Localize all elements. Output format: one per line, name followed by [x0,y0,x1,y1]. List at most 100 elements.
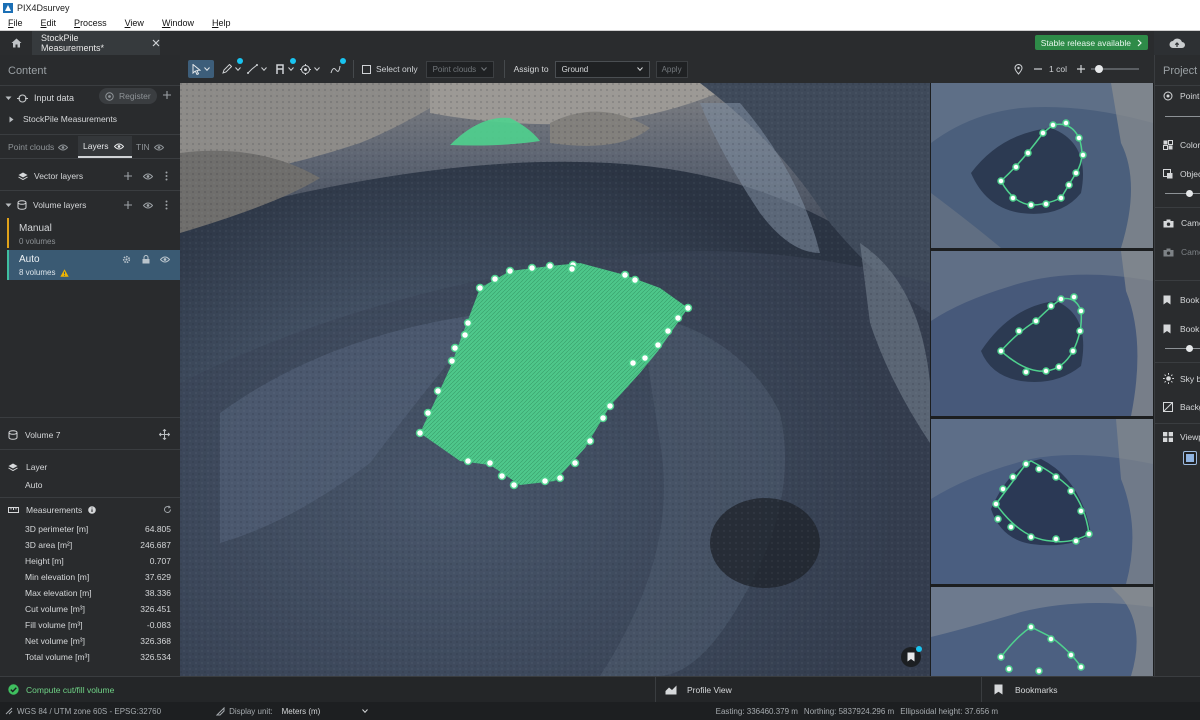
vector-layers-row[interactable]: Vector layers [0,163,180,189]
tab-layers-label: Layers [83,141,109,151]
measurement-row: Height [m] 0.707 [25,553,171,569]
volume-layers-row[interactable]: Volume layers [5,196,135,214]
crs-label[interactable]: WGS 84 / UTM zone 60S - EPSG:32760 [17,707,161,716]
cloud-icon[interactable] [1154,31,1200,55]
assign-to-select[interactable]: Ground [554,60,650,78]
viewport-settings-item[interactable]: Viewp [1163,432,1200,442]
more-icon[interactable] [165,171,168,181]
object-size-slider[interactable] [1165,190,1200,197]
volume-title-row: Volume 7 [8,428,168,442]
select-tool-button[interactable] [188,60,214,78]
move-icon[interactable] [159,429,170,440]
measurement-row: 3D perimeter [m] 64.805 [25,521,171,537]
info-icon[interactable] [88,506,97,514]
menu-file[interactable]: File [8,18,23,28]
camera-settings-item[interactable]: Came [1163,218,1200,228]
measurement-value: 38.336 [145,588,171,598]
add-icon[interactable] [124,201,132,209]
curve-tool-button[interactable] [330,58,346,78]
target-tool-button[interactable] [300,60,320,78]
color-settings-item[interactable]: Color [1163,140,1200,150]
content-panel: Content Input data Register StockPile Me… [0,55,180,676]
bookmark-size-item[interactable]: Book [1163,324,1199,334]
draw-tool-button[interactable] [222,58,243,78]
project-item-row[interactable]: StockPile Measurements [9,113,117,125]
add-icon[interactable] [1077,65,1085,73]
eye-icon[interactable] [58,144,69,151]
refresh-icon[interactable] [163,505,172,514]
volume-layer-manual[interactable]: Manual 0 volumes [7,218,180,248]
eye-icon[interactable] [113,143,124,150]
polyline-tool-button[interactable] [247,60,267,78]
chevron-down-icon [636,67,643,71]
measurement-key: Fill volume [m³] [25,620,83,630]
menu-process[interactable]: Process [74,18,107,28]
eye-icon[interactable] [160,256,170,263]
gear-icon[interactable] [122,255,131,264]
object-settings-item[interactable]: Object [1163,169,1200,179]
sky-settings-item[interactable]: Sky b [1163,373,1200,384]
apply-button[interactable]: Apply [655,60,688,78]
location-icon[interactable] [1014,64,1023,75]
tab-stockpile-measurements[interactable]: StockPile Measurements* [32,31,160,55]
lock-icon[interactable] [142,255,150,264]
slider-handle[interactable] [1186,345,1193,352]
background-settings-item[interactable]: Backg [1163,402,1200,412]
bookmark-fab[interactable] [901,646,922,667]
add-icon[interactable] [124,172,132,180]
slider-handle[interactable] [1095,65,1103,73]
more-icon[interactable] [165,200,168,210]
point-cloud-render [180,83,930,676]
image-thumbnail[interactable] [931,587,1153,676]
bookmark-icon [1163,295,1171,305]
layer-count: 0 volumes [19,237,56,246]
bookmark-icon [994,684,1003,695]
display-unit-select[interactable]: Meters (m) [282,707,368,716]
eye-icon[interactable] [143,202,153,209]
bookmark-settings-item[interactable]: Book [1163,295,1199,305]
volume-layer-auto[interactable]: Auto 8 volumes [7,250,180,280]
add-icon[interactable] [163,91,171,99]
minus-icon[interactable] [1034,68,1042,70]
point-clouds-select[interactable]: Point clouds [425,60,494,78]
tab-layers[interactable]: Layers [78,136,132,158]
point-settings-item[interactable]: Point [1163,91,1199,101]
point-size-slider[interactable] [1165,116,1200,117]
3d-viewport[interactable] [180,83,930,676]
notification-dot [916,646,922,652]
eye-icon[interactable] [143,173,153,180]
profile-view-button[interactable]: Profile View [655,677,980,702]
close-icon[interactable] [152,39,160,47]
menu-window[interactable]: Window [162,18,194,28]
bottom-bar: Compute cut/fill volume Profile View Boo… [0,676,1200,702]
select-only-checkbox[interactable]: Select only [362,60,418,78]
register-button[interactable]: Register [99,88,157,104]
stable-release-button[interactable]: Stable release available [1034,35,1148,50]
measurement-row: Cut volume [m³] 326.451 [25,601,171,617]
slider-handle[interactable] [1186,190,1193,197]
image-thumbnail[interactable] [931,251,1153,416]
home-icon[interactable] [0,31,32,55]
menu-help[interactable]: Help [212,18,231,28]
check-circle-icon [8,684,19,695]
measure-tool-button[interactable] [275,58,296,78]
image-thumbnail[interactable] [931,83,1153,248]
measurement-value: 326.368 [140,636,171,646]
eye-icon[interactable] [153,144,164,151]
polyline-icon [247,64,258,74]
tab-point-clouds[interactable]: Point clouds [0,136,78,158]
bookmarks-button[interactable]: Bookmarks [981,677,1200,702]
image-thumbnail[interactable] [931,419,1153,584]
chevron-down-icon [204,67,210,71]
divider [0,85,180,86]
viewport-color-swatch[interactable] [1183,451,1197,465]
bookmark-size-slider[interactable] [1165,345,1200,352]
menu-view[interactable]: View [125,18,144,28]
tab-tin[interactable]: TIN [132,136,180,158]
measurements-list: 3D perimeter [m] 64.805 3D area [m²] 246.6… [25,521,171,665]
volume-title: Volume 7 [25,430,61,440]
camera-secondary-item[interactable]: Came [1163,247,1200,257]
background-icon [1163,402,1173,412]
menu-edit[interactable]: Edit [41,18,57,28]
zoom-slider[interactable] [1091,65,1139,73]
